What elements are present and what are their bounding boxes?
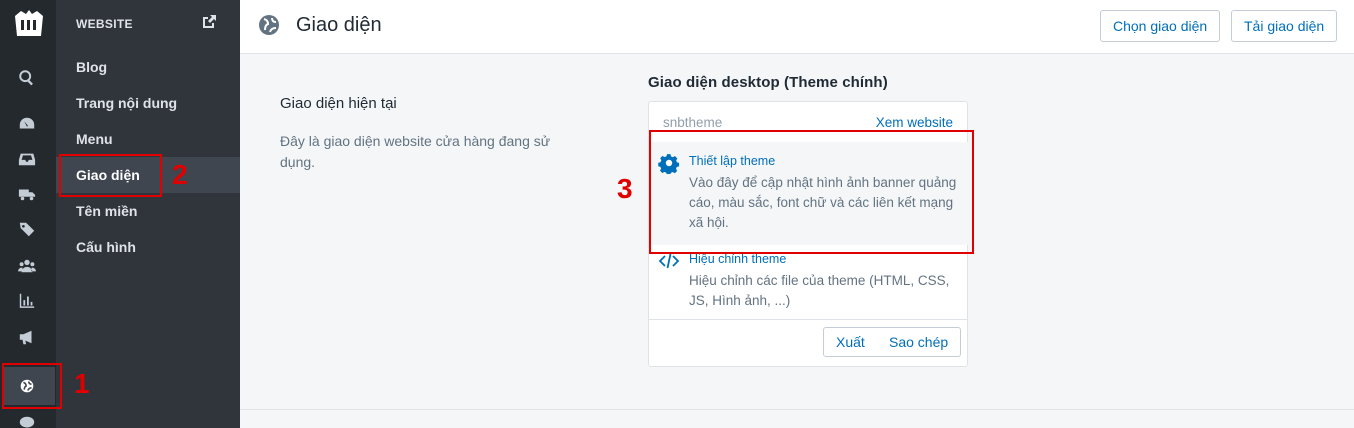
globe-icon [258,14,280,36]
annotation-box-3 [649,130,974,254]
search-icon[interactable] [16,67,38,89]
annotation-box-1 [2,363,62,409]
website-sidebar: WEBSITE Blog Trang nội dung Menu Giao di… [56,0,240,428]
sidebar-item-domains[interactable]: Tên miền [56,193,240,229]
theme-edit-description: Hiệu chỉnh các file của theme (HTML, CSS… [689,273,950,308]
copy-button[interactable]: Sao chép [877,327,962,357]
annotation-number-1: 1 [74,368,90,399]
sidebar-item-menu[interactable]: Menu [56,121,240,157]
card-heading: Giao diện desktop (Theme chính) [648,74,888,91]
export-button[interactable]: Xuất [823,327,878,357]
sidebar-item-settings[interactable]: Cấu hình [56,229,240,265]
dashboard-icon[interactable] [16,113,38,135]
top-bar: Giao diện Chọn giao diện Tải giao diện [240,0,1354,54]
external-link-icon[interactable] [201,14,217,30]
tag-icon[interactable] [16,218,38,240]
orders-inbox-icon[interactable] [16,148,38,170]
annotation-number-3: 3 [617,173,633,204]
theme-name: snbtheme [663,115,723,130]
logo-icon[interactable] [12,8,46,40]
divider [240,409,1354,410]
choose-theme-button[interactable]: Chọn giao diện [1100,10,1221,42]
sidebar-item-blog[interactable]: Blog [56,49,240,85]
view-website-link[interactable]: Xem website [876,115,953,130]
analytics-icon[interactable] [16,290,38,312]
theme-edit-title[interactable]: Hiệu chỉnh theme [689,252,786,266]
sidebar-header: WEBSITE [76,17,133,31]
shipping-truck-icon[interactable] [16,183,38,205]
customers-icon[interactable] [16,255,38,277]
upload-theme-button[interactable]: Tải giao diện [1231,10,1338,42]
page-title: Giao diện [296,14,382,36]
section-title: Giao diện hiện tại [280,95,397,112]
chat-icon[interactable] [16,412,38,428]
marketing-megaphone-icon[interactable] [16,326,38,348]
sidebar-item-pages[interactable]: Trang nội dung [56,85,240,121]
annotation-number-2: 2 [172,159,188,190]
annotation-box-2 [59,154,162,197]
section-description: Đây là giao diện website cửa hàng đang s… [280,133,551,170]
